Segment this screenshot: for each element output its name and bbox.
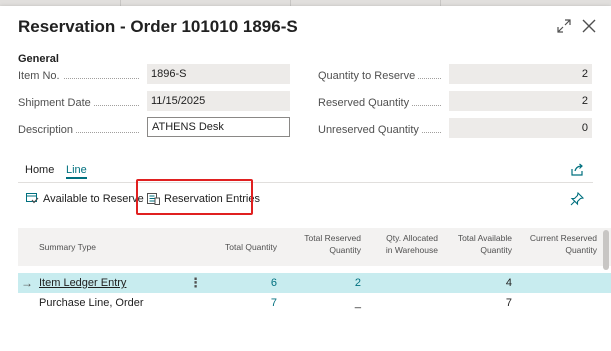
summary-type-cell: Purchase Line, Order: [39, 297, 144, 309]
unreserved-quantity-value: 0: [449, 118, 592, 138]
available-to-reserve-icon: [26, 193, 39, 204]
shipment-date-label: Shipment Date: [18, 95, 143, 111]
column-qty-allocated-in-warehouse[interactable]: Qty. Allocated in Warehouse: [378, 232, 438, 256]
expand-arrows-icon: [557, 19, 571, 33]
current-reserved-cell: [527, 273, 597, 293]
reserved-quantity-value: 2: [449, 91, 592, 111]
share-arrow-icon: [571, 163, 583, 176]
item-no-label: Item No.: [18, 68, 143, 84]
row-more-options-icon[interactable]: ⋮: [189, 273, 202, 293]
current-reserved-cell: [527, 293, 597, 313]
share-icon[interactable]: [570, 163, 586, 179]
highlight-box: [136, 179, 253, 215]
column-total-reserved-quantity[interactable]: Total Reserved Quantity: [301, 232, 361, 256]
total-quantity-cell[interactable]: 6: [218, 273, 277, 293]
available-to-reserve-button[interactable]: Available to Reserve: [26, 190, 144, 208]
close-icon[interactable]: [578, 15, 600, 37]
row-selected-arrow-icon: →: [21, 276, 33, 290]
dialog-title: Reservation - Order 101010 1896-S: [18, 17, 298, 36]
grid-header: Summary Type Total Quantity Total Reserv…: [18, 228, 611, 266]
expand-icon[interactable]: [553, 15, 575, 37]
total-quantity-cell[interactable]: 7: [218, 293, 277, 313]
tab-home[interactable]: Home: [25, 164, 54, 176]
table-row[interactable]: Purchase Line, Order 7 _ 7: [18, 293, 611, 313]
column-total-available-quantity[interactable]: Total Available Quantity: [452, 232, 512, 256]
total-reserved-cell: _: [354, 297, 361, 309]
column-current-reserved-quantity[interactable]: Current Reserved Quantity: [527, 232, 597, 256]
table-row[interactable]: → Item Ledger Entry ⋮ 6 2 4: [18, 273, 611, 293]
tab-divider: [18, 182, 593, 183]
qty-allocated-cell: [378, 293, 438, 313]
pin-action-icon: [570, 191, 585, 206]
grid-vertical-scrollbar[interactable]: [603, 230, 609, 270]
reserved-quantity-label: Reserved Quantity: [318, 95, 445, 111]
quantity-to-reserve-value: 2: [449, 64, 592, 84]
description-label: Description: [18, 122, 143, 138]
total-available-cell: 4: [505, 277, 512, 289]
general-section-caption: General: [18, 53, 59, 65]
total-reserved-cell[interactable]: 2: [301, 273, 361, 293]
unreserved-quantity-label: Unreserved Quantity: [318, 122, 445, 138]
description-field[interactable]: ATHENS Desk: [147, 117, 290, 137]
quantity-to-reserve-label: Quantity to Reserve: [318, 68, 445, 84]
reservation-dialog: Reservation - Order 101010 1896-S Genera…: [0, 6, 611, 351]
pin-icon[interactable]: [570, 191, 586, 208]
available-to-reserve-label: Available to Reserve: [43, 193, 144, 205]
shipment-date-value: 11/15/2025: [147, 91, 290, 111]
qty-allocated-cell: [378, 273, 438, 293]
column-summary-type[interactable]: Summary Type: [39, 241, 139, 253]
total-available-cell: 7: [505, 297, 512, 309]
item-no-value: 1896-S: [147, 64, 290, 84]
column-total-quantity[interactable]: Total Quantity: [203, 241, 277, 253]
summary-type-cell[interactable]: Item Ledger Entry: [39, 273, 126, 293]
close-x-icon: [582, 19, 596, 33]
reservation-summary-grid: Summary Type Total Quantity Total Reserv…: [18, 228, 611, 345]
tab-line[interactable]: Line: [66, 164, 87, 179]
